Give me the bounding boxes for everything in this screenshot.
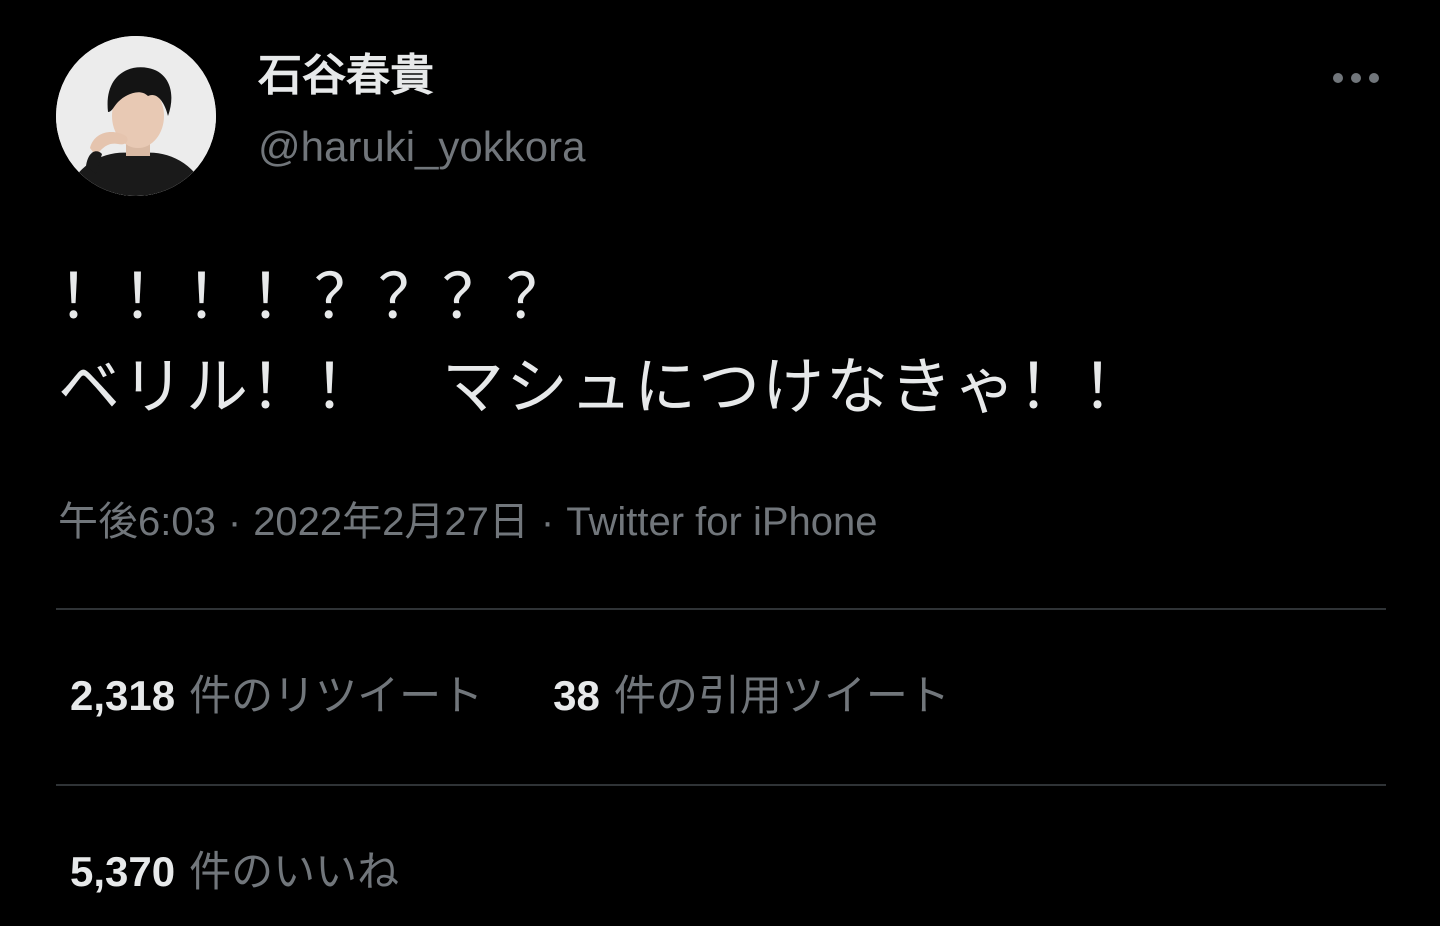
avatar-image [56,36,216,196]
likes-count: 5,370 [70,848,176,895]
stats-row-likes: 5,370 件のいいね [70,844,469,900]
avatar[interactable] [56,36,216,196]
divider [56,608,1386,610]
stats-row-shares: 2,318 件のリツイート 38 件の引用ツイート [70,668,1020,724]
tweet-source-link[interactable]: Twitter for iPhone [566,500,877,544]
likes-label: 件のいいね [189,847,400,896]
divider [56,784,1386,786]
meta-separator: · [540,500,555,544]
retweets-label: 件のリツイート [189,671,484,720]
likes-stat[interactable]: 5,370 件のいいね [70,844,399,900]
meta-separator: · [227,500,242,544]
quotes-count: 38 [553,672,600,719]
retweets-stat[interactable]: 2,318 件のリツイート [70,668,483,724]
quotes-stat[interactable]: 38 件の引用ツイート [553,668,950,724]
author-display-name[interactable]: 石谷春貴 [258,50,434,102]
tweet-date[interactable]: 2022年2月27日 [253,500,529,544]
tweet-text: ！！！！？？？？ ベリル！！ マシュにつけなきゃ！！ [58,260,1147,423]
more-horizontal-icon [1333,73,1379,83]
tweet-time[interactable]: 午後6:03 [58,500,216,544]
quotes-label: 件の引用ツイート [613,671,950,720]
tweet-detail: 石谷春貴 @haruki_yokkora ！！！！？？？？ ベリル！！ マシュに… [0,0,1440,926]
retweets-count: 2,318 [70,672,176,719]
tweet-metadata: 午後6:03 · 2022年2月27日 · Twitter for iPhone [58,496,878,548]
author-handle[interactable]: @haruki_yokkora [258,122,585,172]
more-options-button[interactable] [1326,60,1386,96]
